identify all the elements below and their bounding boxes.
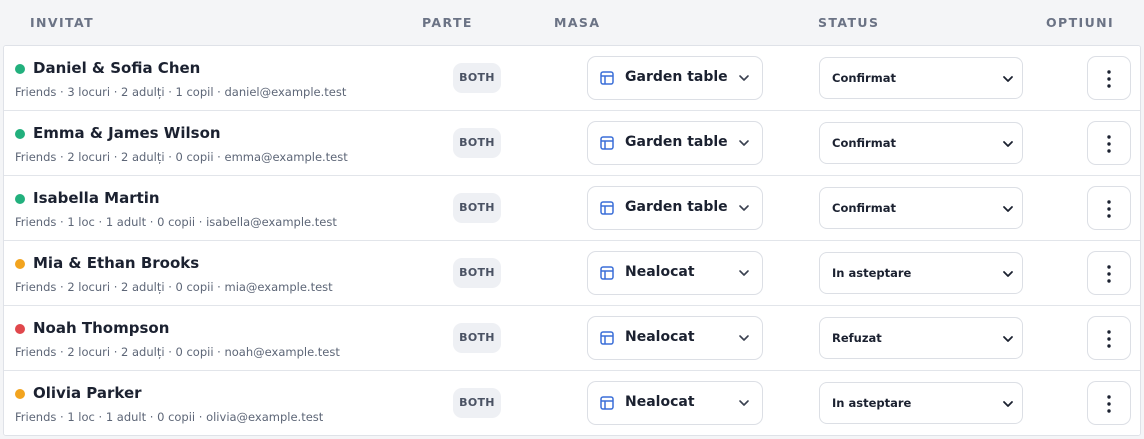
table-row: Emma & James Wilson Friends · 2 locuri ·… xyxy=(4,111,1140,176)
chevron-down-icon xyxy=(739,335,749,341)
table-dropdown-label: Garden table xyxy=(625,199,728,215)
side-badge: BOTH xyxy=(453,323,501,353)
chevron-down-icon xyxy=(739,205,749,211)
chevron-down-icon xyxy=(1003,206,1013,212)
guest-details: Friends · 1 loc · 1 adult · 0 copii · is… xyxy=(15,215,337,229)
table-grid-icon xyxy=(600,266,614,280)
table-header: INVITAT PARTE MASA STATUS OPTIUNI xyxy=(0,0,1144,45)
table-dropdown-label: Nealocat xyxy=(625,329,695,345)
status-select[interactable]: In asteptare xyxy=(819,252,1023,294)
more-vertical-icon xyxy=(1107,265,1111,283)
table-dropdown-label: Nealocat xyxy=(625,394,695,410)
more-vertical-icon xyxy=(1107,330,1111,348)
status-select[interactable]: In asteptare xyxy=(819,382,1023,424)
table-dropdown-label: Garden table xyxy=(625,134,728,150)
guest-name: Mia & Ethan Brooks xyxy=(33,254,200,272)
chevron-down-icon xyxy=(739,140,749,146)
guest-details: Friends · 1 loc · 1 adult · 0 copii · ol… xyxy=(15,410,324,424)
side-badge: BOTH xyxy=(453,193,501,223)
table-row: Noah Thompson Friends · 2 locuri · 2 adu… xyxy=(4,306,1140,371)
status-select-value: Confirmat xyxy=(832,136,896,150)
guest-name: Daniel & Sofia Chen xyxy=(33,59,201,77)
guest-name: Olivia Parker xyxy=(33,384,142,402)
more-vertical-icon xyxy=(1107,395,1111,413)
guest-details: Friends · 2 locuri · 2 adulți · 0 copii … xyxy=(15,345,340,359)
table-dropdown-label: Garden table xyxy=(625,69,728,85)
guest-name: Isabella Martin xyxy=(33,189,160,207)
chevron-down-icon xyxy=(1003,76,1013,82)
table-row: Mia & Ethan Brooks Friends · 2 locuri · … xyxy=(4,241,1140,306)
chevron-down-icon xyxy=(1003,336,1013,342)
table-row: Olivia Parker Friends · 1 loc · 1 adult … xyxy=(4,371,1140,435)
column-header-masa[interactable]: MASA xyxy=(554,15,600,30)
more-options-button[interactable] xyxy=(1087,56,1131,100)
table-body: Daniel & Sofia Chen Friends · 3 locuri ·… xyxy=(3,45,1141,436)
chevron-down-icon xyxy=(1003,141,1013,147)
status-select[interactable]: Confirmat xyxy=(819,57,1023,99)
guest-details: Friends · 2 locuri · 2 adulți · 0 copii … xyxy=(15,280,333,294)
chevron-down-icon xyxy=(739,270,749,276)
status-select-value: Confirmat xyxy=(832,71,896,85)
side-badge: BOTH xyxy=(453,63,501,93)
status-select[interactable]: Confirmat xyxy=(819,187,1023,229)
side-badge: BOTH xyxy=(453,128,501,158)
guest-details: Friends · 2 locuri · 2 adulți · 0 copii … xyxy=(15,150,348,164)
chevron-down-icon xyxy=(739,75,749,81)
table-dropdown[interactable]: Nealocat xyxy=(587,381,763,425)
guest-table: INVITAT PARTE MASA STATUS OPTIUNI Daniel… xyxy=(0,0,1144,439)
table-grid-icon xyxy=(600,396,614,410)
chevron-down-icon xyxy=(1003,271,1013,277)
more-vertical-icon xyxy=(1107,200,1111,218)
more-vertical-icon xyxy=(1107,70,1111,88)
table-row: Isabella Martin Friends · 1 loc · 1 adul… xyxy=(4,176,1140,241)
guest-details: Friends · 3 locuri · 2 adulți · 1 copil … xyxy=(15,85,347,99)
status-select-value: Confirmat xyxy=(832,201,896,215)
status-dot xyxy=(15,64,25,74)
column-header-parte[interactable]: PARTE xyxy=(422,15,473,30)
status-dot xyxy=(15,324,25,334)
status-dot xyxy=(15,129,25,139)
table-dropdown[interactable]: Nealocat xyxy=(587,251,763,295)
chevron-down-icon xyxy=(739,400,749,406)
column-header-invitat[interactable]: INVITAT xyxy=(30,15,94,30)
column-header-optiuni: OPTIUNI xyxy=(1046,15,1115,30)
more-options-button[interactable] xyxy=(1087,316,1131,360)
table-dropdown[interactable]: Garden table xyxy=(587,121,763,165)
status-select-value: In asteptare xyxy=(832,266,912,280)
more-vertical-icon xyxy=(1107,135,1111,153)
side-badge: BOTH xyxy=(453,258,501,288)
table-dropdown[interactable]: Garden table xyxy=(587,186,763,230)
more-options-button[interactable] xyxy=(1087,121,1131,165)
table-dropdown[interactable]: Nealocat xyxy=(587,316,763,360)
status-dot xyxy=(15,194,25,204)
table-dropdown[interactable]: Garden table xyxy=(587,56,763,100)
status-dot xyxy=(15,389,25,399)
more-options-button[interactable] xyxy=(1087,251,1131,295)
status-select[interactable]: Refuzat xyxy=(819,317,1023,359)
status-select[interactable]: Confirmat xyxy=(819,122,1023,164)
guest-name: Emma & James Wilson xyxy=(33,124,221,142)
more-options-button[interactable] xyxy=(1087,381,1131,425)
table-grid-icon xyxy=(600,71,614,85)
table-grid-icon xyxy=(600,201,614,215)
table-row: Daniel & Sofia Chen Friends · 3 locuri ·… xyxy=(4,46,1140,111)
table-grid-icon xyxy=(600,136,614,150)
guest-name: Noah Thompson xyxy=(33,319,170,337)
status-dot xyxy=(15,259,25,269)
more-options-button[interactable] xyxy=(1087,186,1131,230)
side-badge: BOTH xyxy=(453,388,501,418)
column-header-status[interactable]: STATUS xyxy=(818,15,879,30)
status-select-value: Refuzat xyxy=(832,331,882,345)
chevron-down-icon xyxy=(1003,401,1013,407)
status-select-value: In asteptare xyxy=(832,396,912,410)
table-grid-icon xyxy=(600,331,614,345)
table-dropdown-label: Nealocat xyxy=(625,264,695,280)
